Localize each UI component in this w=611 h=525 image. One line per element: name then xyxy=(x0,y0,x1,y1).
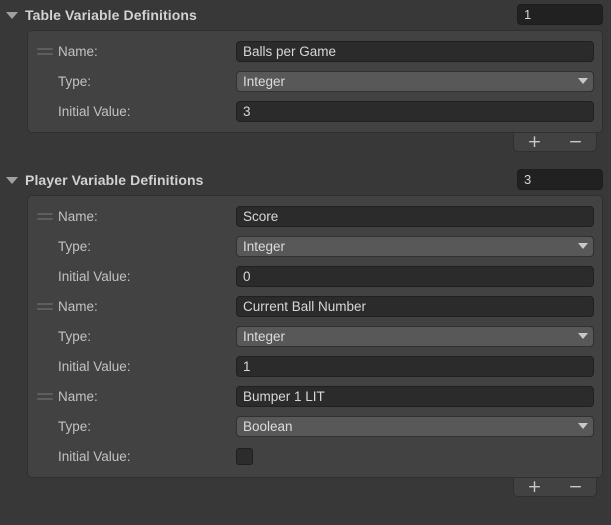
name-label: Name: xyxy=(58,298,98,314)
list-button-group: + − xyxy=(513,133,597,152)
type-label: Type: xyxy=(58,328,92,344)
name-label: Name: xyxy=(58,388,98,404)
type-label: Type: xyxy=(58,238,92,254)
remove-item-button[interactable]: − xyxy=(559,133,593,151)
foldout-triangle-icon[interactable] xyxy=(6,11,18,19)
foldout-triangle-icon[interactable] xyxy=(6,176,18,184)
chevron-down-icon xyxy=(578,333,588,339)
section-player-variable-definitions: Player Variable Definitions 3 Name: Score Ty… xyxy=(0,165,611,498)
initial-value-checkbox[interactable] xyxy=(236,447,253,465)
list-item: Name: Balls per Game xyxy=(28,36,602,66)
foldout-header-table-variable-definitions[interactable]: Table Variable Definitions 1 xyxy=(0,0,611,30)
drag-handle-icon[interactable] xyxy=(37,211,53,221)
initial-value-input[interactable]: 0 xyxy=(236,265,594,287)
inspector-root: Table Variable Definitions 1 Name: Balls pe… xyxy=(0,0,611,498)
initial-value-label: Initial Value: xyxy=(58,103,131,119)
drag-handle-icon[interactable] xyxy=(37,46,53,56)
name-input[interactable]: Balls per Game xyxy=(236,40,594,62)
section-title: Table Variable Definitions xyxy=(25,7,197,23)
type-dropdown-value: Boolean xyxy=(243,418,293,434)
list-footer: + − xyxy=(27,133,603,153)
initial-value-row: Initial Value: 3 xyxy=(28,96,602,126)
type-dropdown[interactable]: Integer xyxy=(236,70,594,92)
list-footer: + − xyxy=(27,478,603,498)
type-row: Type: Boolean xyxy=(28,411,602,441)
type-dropdown[interactable]: Boolean xyxy=(236,415,594,437)
initial-value-label: Initial Value: xyxy=(58,268,131,284)
type-row: Type: Integer xyxy=(28,231,602,261)
initial-value-row: Initial Value: xyxy=(28,441,602,471)
initial-value-checkbox-wrap xyxy=(236,447,594,465)
foldout-header-player-variable-definitions[interactable]: Player Variable Definitions 3 xyxy=(0,165,611,195)
list-item: Name: Bumper 1 LIT xyxy=(28,381,602,411)
chevron-down-icon xyxy=(578,243,588,249)
drag-handle-icon[interactable] xyxy=(37,391,53,401)
drag-handle-icon[interactable] xyxy=(37,301,53,311)
list-item: Name: Current Ball Number xyxy=(28,291,602,321)
remove-item-button[interactable]: − xyxy=(559,478,593,496)
type-dropdown-value: Integer xyxy=(243,238,286,254)
initial-value-input[interactable]: 3 xyxy=(236,100,594,122)
add-item-button[interactable]: + xyxy=(518,133,552,151)
initial-value-row: Initial Value: 1 xyxy=(28,351,602,381)
type-dropdown-value: Integer xyxy=(243,73,286,89)
name-label: Name: xyxy=(58,43,98,59)
add-item-button[interactable]: + xyxy=(518,478,552,496)
name-label: Name: xyxy=(58,208,98,224)
section-table-variable-definitions: Table Variable Definitions 1 Name: Balls pe… xyxy=(0,0,611,153)
initial-value-input[interactable]: 1 xyxy=(236,355,594,377)
array-size-field[interactable]: 3 xyxy=(517,169,603,190)
chevron-down-icon xyxy=(578,423,588,429)
list-item: Name: Score xyxy=(28,201,602,231)
type-label: Type: xyxy=(58,418,92,434)
list-panel: Name: Score Type: Integer Initial Value: 0 Nam… xyxy=(27,195,603,478)
type-row: Type: Integer xyxy=(28,66,602,96)
type-label: Type: xyxy=(58,73,92,89)
chevron-down-icon xyxy=(578,78,588,84)
array-size-field[interactable]: 1 xyxy=(517,4,603,25)
section-title: Player Variable Definitions xyxy=(25,172,204,188)
name-input[interactable]: Current Ball Number xyxy=(236,295,594,317)
type-row: Type: Integer xyxy=(28,321,602,351)
initial-value-row: Initial Value: 0 xyxy=(28,261,602,291)
initial-value-label: Initial Value: xyxy=(58,448,131,464)
list-panel: Name: Balls per Game Type: Integer Initial V… xyxy=(27,30,603,133)
name-input[interactable]: Score xyxy=(236,205,594,227)
type-dropdown-value: Integer xyxy=(243,328,286,344)
name-input[interactable]: Bumper 1 LIT xyxy=(236,385,594,407)
type-dropdown[interactable]: Integer xyxy=(236,235,594,257)
type-dropdown[interactable]: Integer xyxy=(236,325,594,347)
list-button-group: + − xyxy=(513,478,597,497)
initial-value-label: Initial Value: xyxy=(58,358,131,374)
